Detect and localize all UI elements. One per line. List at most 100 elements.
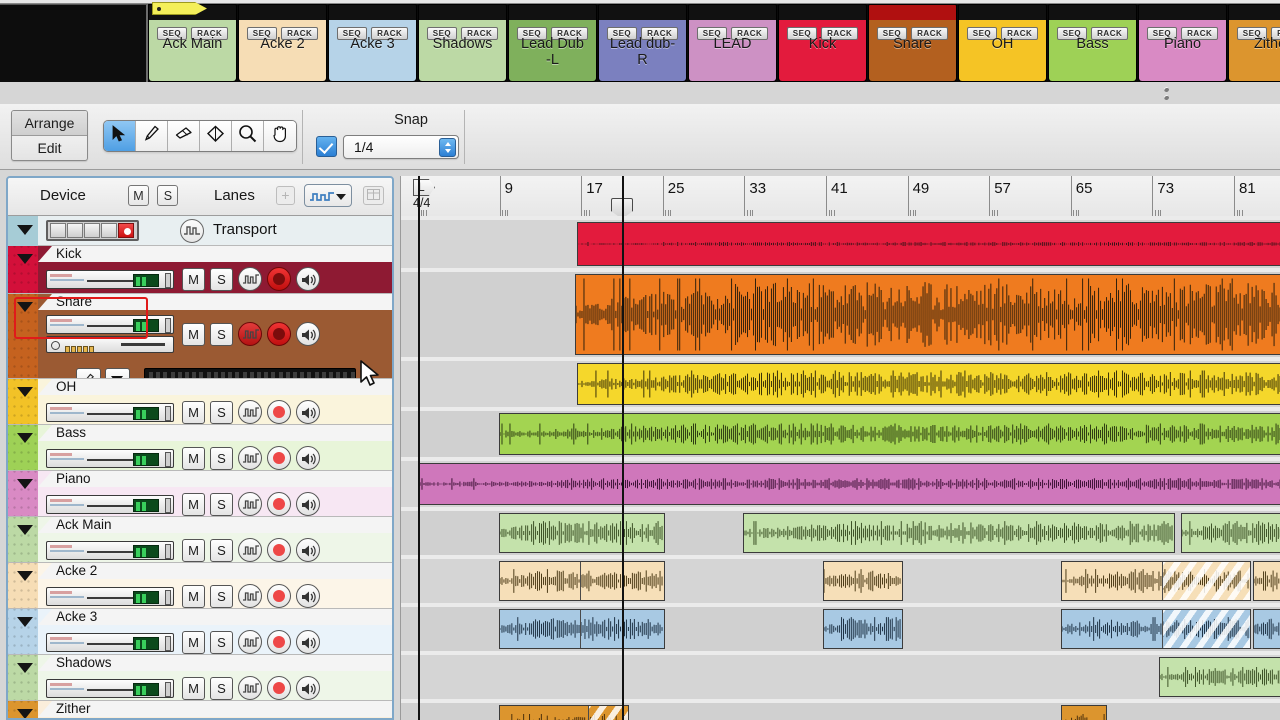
track-mute-button[interactable]: M <box>182 538 205 562</box>
edit-mode-button[interactable]: Edit <box>12 136 87 160</box>
arrange-edit-mode-switch[interactable]: Arrange Edit <box>11 110 88 161</box>
track-row[interactable]: ZitherMS <box>8 701 392 718</box>
track-automation-button[interactable] <box>238 267 262 291</box>
device-thumbnail[interactable] <box>46 448 174 468</box>
track-automation-button[interactable] <box>238 630 262 654</box>
audio-clip[interactable] <box>499 413 1280 455</box>
track-row[interactable]: Acke 3MS <box>8 609 392 655</box>
rack-channel[interactable]: SEQ RACK Acke 2 <box>238 4 327 82</box>
rack-channel[interactable]: SEQRACKZither <box>1228 4 1280 82</box>
device-thumbnail[interactable] <box>46 494 174 514</box>
hand-tool[interactable] <box>264 121 296 151</box>
eraser-tool[interactable] <box>168 121 200 151</box>
audio-clip[interactable] <box>823 561 903 601</box>
track-monitor-button[interactable] <box>296 267 320 291</box>
audio-clip[interactable] <box>499 513 665 553</box>
track-name[interactable]: Bass <box>56 425 86 441</box>
device-thumbnail-secondary[interactable] <box>46 336 174 353</box>
track-row[interactable]: Piano M S <box>8 471 392 517</box>
device-thumbnail[interactable] <box>46 540 174 560</box>
track-automation-button[interactable] <box>238 492 262 516</box>
track-color-bar[interactable] <box>8 655 38 700</box>
transport-mini-controls[interactable] <box>46 220 139 241</box>
master-mute-solo-group[interactable]: M S <box>128 185 182 206</box>
track-record-enable-button[interactable] <box>267 267 291 291</box>
track-monitor-button[interactable] <box>296 322 320 346</box>
track-color-bar[interactable] <box>8 471 38 516</box>
track-expand-triangle[interactable] <box>17 254 33 264</box>
track-mute-button[interactable]: M <box>182 630 205 654</box>
track-expand-triangle[interactable] <box>17 663 33 673</box>
transport-expand-triangle[interactable] <box>17 225 33 235</box>
track-name[interactable]: Acke 2 <box>56 563 97 579</box>
track-solo-button[interactable]: S <box>210 676 233 700</box>
track-expand-triangle[interactable] <box>17 479 33 489</box>
audio-clip[interactable] <box>1061 609 1251 649</box>
audio-clip[interactable] <box>419 463 1280 505</box>
device-thumbnail[interactable] <box>46 269 174 289</box>
audio-clip[interactable] <box>577 222 1280 266</box>
magnify-tool[interactable] <box>232 121 264 151</box>
track-automation-button[interactable] <box>238 400 262 424</box>
audio-clip[interactable] <box>499 561 665 601</box>
snap-enable-checkbox[interactable] <box>316 136 337 157</box>
track-name[interactable]: Snare <box>56 294 92 310</box>
audio-clip[interactable] <box>743 513 1175 553</box>
rack-channel[interactable]: SEQ RACK Shadows <box>418 4 507 82</box>
track-expand-triangle[interactable] <box>17 709 33 718</box>
add-lane-button[interactable]: + <box>276 186 295 205</box>
rack-channel[interactable]: SEQ RACK Snare <box>868 4 957 82</box>
track-record-enable-button[interactable] <box>267 584 291 608</box>
audio-clip[interactable] <box>499 705 629 720</box>
track-row[interactable]: Shadows M S <box>8 655 392 701</box>
timeline-ruler[interactable]: L 4/4 9 17 25 33 41 49 57 65 73 81 <box>401 176 1280 220</box>
audio-clip[interactable] <box>1253 609 1280 649</box>
track-monitor-button[interactable] <box>296 400 320 424</box>
track-name[interactable]: Kick <box>56 246 82 262</box>
rack-channel[interactable]: SEQ RACK Bass <box>1048 4 1137 82</box>
lane-pencil-button[interactable] <box>76 368 101 378</box>
snap-value-select[interactable]: 1/4 <box>343 135 459 159</box>
audio-clip[interactable] <box>577 363 1280 405</box>
track-automation-button[interactable] <box>238 446 262 470</box>
rewind-button[interactable] <box>50 223 66 238</box>
record-button[interactable] <box>118 223 134 238</box>
track-solo-button[interactable]: S <box>210 446 233 470</box>
device-thumbnail[interactable] <box>46 315 174 334</box>
device-thumbnail[interactable] <box>46 632 174 652</box>
track-solo-button[interactable]: S <box>210 492 233 516</box>
master-mute-button[interactable]: M <box>128 185 149 206</box>
arrange-lanes[interactable] <box>401 216 1280 720</box>
track-record-enable-button[interactable] <box>267 676 291 700</box>
audio-clip[interactable] <box>1061 705 1107 720</box>
track-expand-triangle[interactable] <box>17 433 33 443</box>
lane-grid-button[interactable] <box>363 186 384 205</box>
rack-channel[interactable]: SEQ RACK Lead Dub -L <box>508 4 597 82</box>
track-record-enable-button[interactable] <box>267 400 291 424</box>
time-signature-label[interactable]: 4/4 <box>413 196 430 210</box>
snap-stepper[interactable] <box>439 138 456 157</box>
track-solo-button[interactable]: S <box>210 538 233 562</box>
selection-tool[interactable] <box>104 121 136 151</box>
track-automation-button[interactable] <box>238 584 262 608</box>
track-monitor-button[interactable] <box>296 630 320 654</box>
track-record-enable-button[interactable] <box>267 538 291 562</box>
razor-tool[interactable] <box>200 121 232 151</box>
track-automation-button[interactable] <box>238 538 262 562</box>
rack-channel[interactable]: SEQ RACK Ack Main <box>148 4 237 82</box>
lane-type-selector[interactable] <box>304 184 352 207</box>
track-color-bar[interactable] <box>8 609 38 654</box>
forward-button[interactable] <box>67 223 83 238</box>
rack-channel[interactable]: SEQ RACK OH <box>958 4 1047 82</box>
track-expand-triangle[interactable] <box>17 617 33 627</box>
track-row[interactable]: Bass M S <box>8 425 392 471</box>
pencil-tool[interactable] <box>136 121 168 151</box>
play-button[interactable] <box>101 223 117 238</box>
track-color-bar[interactable] <box>8 563 38 608</box>
track-expand-triangle[interactable] <box>17 571 33 581</box>
rack-resize-handle[interactable] <box>1158 84 1174 104</box>
audio-clip[interactable] <box>823 609 903 649</box>
track-mute-button[interactable]: M <box>182 492 205 516</box>
audio-clip[interactable] <box>1181 513 1280 553</box>
track-mute-button[interactable]: M <box>182 584 205 608</box>
